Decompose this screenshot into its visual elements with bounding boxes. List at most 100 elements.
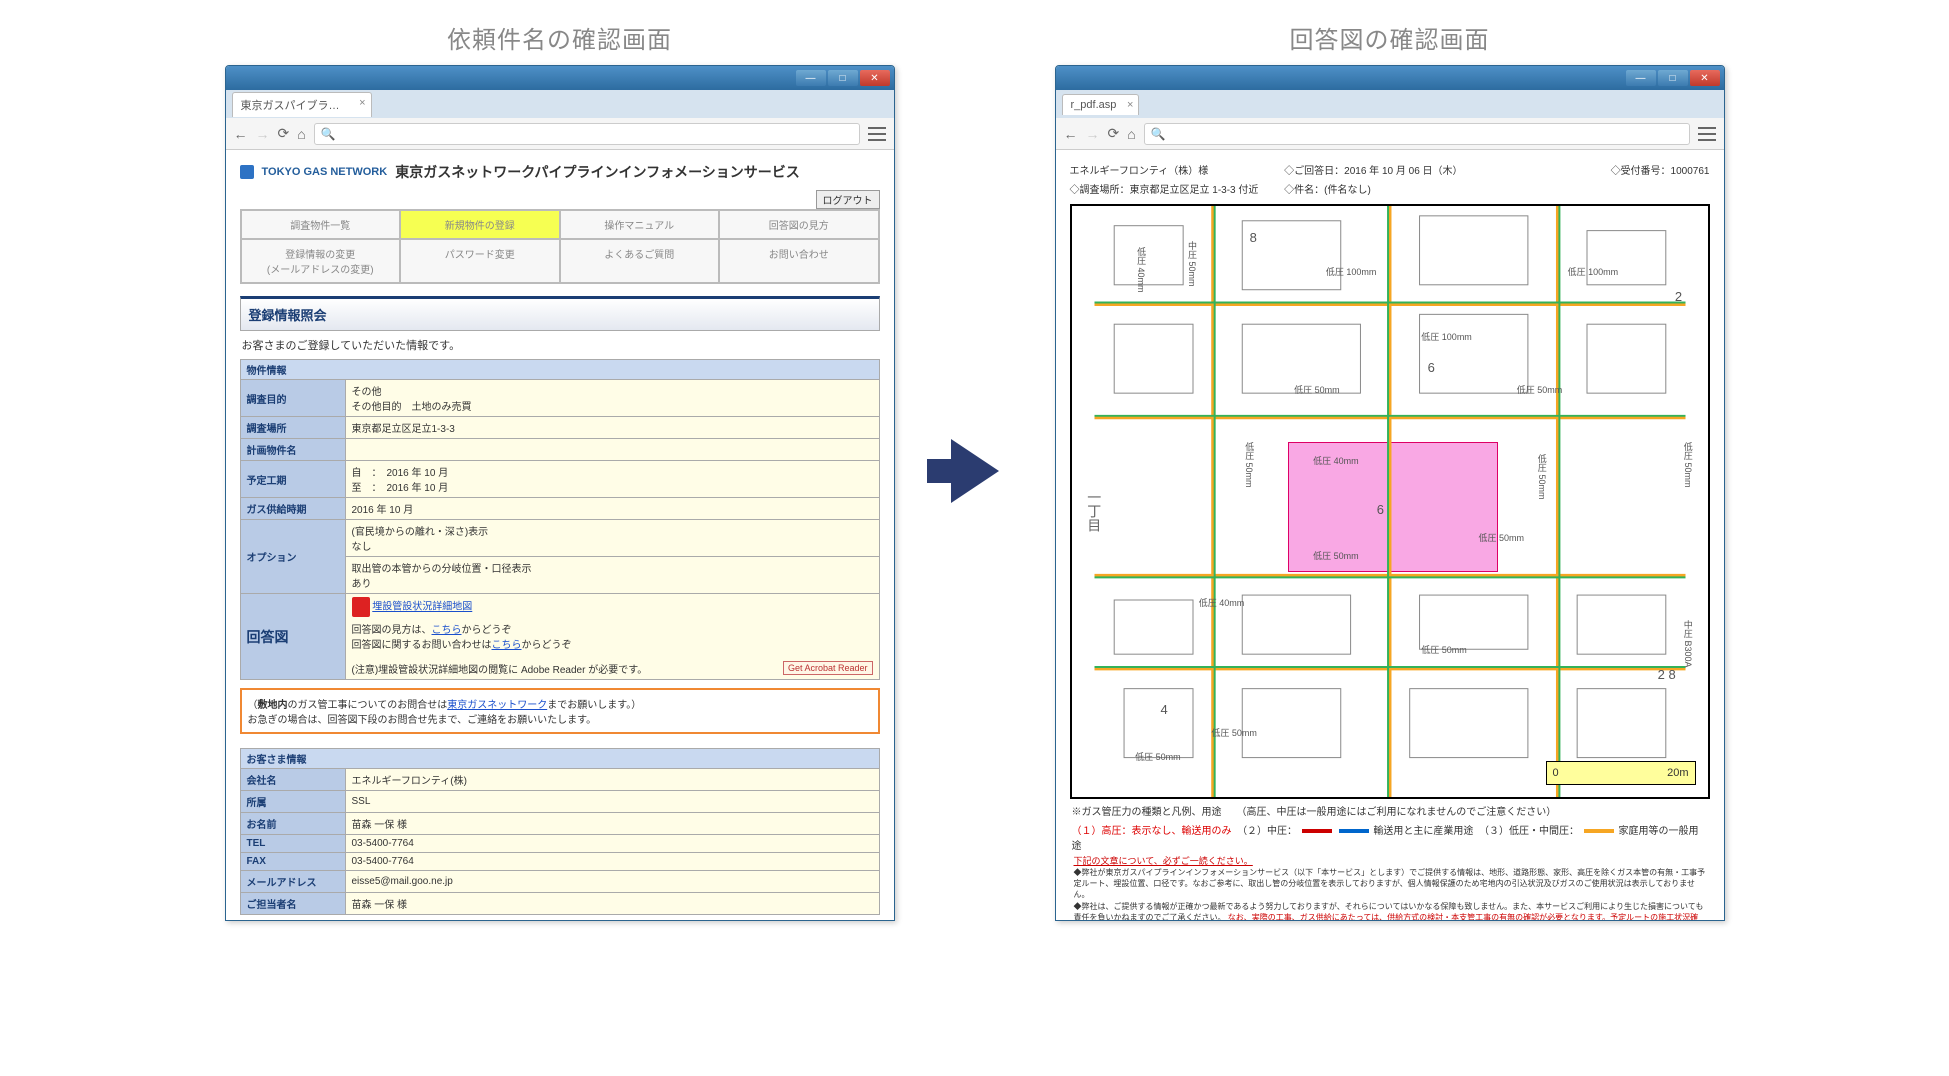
legend-mid-pressure: （２）中圧： — [1237, 826, 1297, 837]
back-icon[interactable]: ← — [1064, 126, 1078, 142]
block-number: 2 — [1675, 289, 1682, 304]
pipe-label: 低圧 100mm — [1568, 265, 1619, 278]
block-number: 4 — [1161, 702, 1168, 717]
minimize-button[interactable]: — — [1626, 70, 1656, 86]
pipe-label: 低圧 50mm — [1536, 454, 1549, 500]
disclaimer-1: ◆弊社が東京ガスパイプラインインフォメーションサービス（以下「本サービス」としま… — [1062, 867, 1718, 901]
row-value: 03-5400-7764 — [345, 853, 879, 871]
close-icon[interactable]: × — [359, 97, 365, 109]
scale-bar: 0 20m — [1546, 761, 1696, 785]
row-value: 苗森 一保 様 — [345, 813, 879, 835]
pipe-label: 低圧 50mm — [1294, 383, 1340, 396]
nav-contact[interactable]: お問い合わせ — [719, 239, 879, 283]
browser-tab[interactable]: r_pdf.asp × — [1062, 94, 1140, 115]
nav-change-password[interactable]: パスワード変更 — [400, 239, 560, 283]
property-table: 調査目的 その他 その他目的 土地のみ売買 調査場所 東京都足立区足立1-3-3… — [240, 379, 880, 680]
row-value: エネルギーフロンティ(株) — [345, 769, 879, 791]
home-icon[interactable]: ⌂ — [297, 126, 305, 142]
row-label: 計画物件名 — [240, 439, 345, 461]
close-icon[interactable]: × — [1127, 99, 1133, 111]
pipe-label: 低圧 50mm — [1517, 383, 1563, 396]
block-number: 6 — [1377, 502, 1384, 517]
close-button[interactable]: ✕ — [1690, 70, 1720, 86]
chome-label: 一丁目 — [1084, 490, 1104, 532]
map-frame: 低圧 100mm 低圧 100mm 低圧 100mm 低圧 50mm 低圧 50… — [1070, 204, 1710, 799]
guide-link-1[interactable]: こちら — [432, 625, 462, 636]
nav-change-registration[interactable]: 登録情報の変更 (メールアドレスの変更) — [241, 239, 401, 283]
close-button[interactable]: ✕ — [860, 70, 890, 86]
row-label: ご担当者名 — [240, 893, 345, 915]
row-value: 東京都足立区足立1-3-3 — [345, 417, 879, 439]
guide-link-2[interactable]: こちら — [492, 640, 522, 651]
row-value: 取出管の本管からの分岐位置・口径表示 あり — [345, 557, 879, 594]
forward-icon: → — [1086, 126, 1100, 142]
tab-label: 東京ガスパイブライン… — [241, 100, 362, 112]
row-label: TEL — [240, 835, 345, 853]
property-header: 物件情報 — [240, 359, 880, 379]
block-number: 6 — [1428, 360, 1435, 375]
maximize-button[interactable]: □ — [828, 70, 858, 86]
maximize-button[interactable]: □ — [1658, 70, 1688, 86]
nav-view-answer[interactable]: 回答図の見方 — [719, 210, 879, 239]
pdf-map-link[interactable]: 埋設管設状況詳細地図 — [372, 602, 472, 613]
swatch-blue — [1339, 829, 1369, 833]
row-label: 調査目的 — [240, 380, 345, 417]
back-icon[interactable]: ← — [234, 126, 248, 142]
main-nav: 調査物件一覧 新規物件の登録 操作マニュアル 回答図の見方 登録情報の変更 (メ… — [240, 209, 880, 284]
menu-icon[interactable] — [868, 127, 886, 141]
home-icon[interactable]: ⌂ — [1127, 126, 1135, 142]
pdf-subject: ◇件名：(件名なし) — [1284, 181, 1495, 196]
row-label: お名前 — [240, 813, 345, 835]
row-value: (官民境からの離れ・深さ)表示 なし — [345, 520, 879, 557]
pipe-label: 中圧 B300A — [1682, 620, 1695, 668]
pipe-label: 低圧 40mm — [1199, 596, 1245, 609]
row-label: 会社名 — [240, 769, 345, 791]
notice-box: （敷地内のガス管工事についてのお問合せは東京ガスネットワークまでお願いします。）… — [240, 688, 880, 734]
nav-faq[interactable]: よくあるご質問 — [560, 239, 720, 283]
answer-cell: 埋設管設状況詳細地図 回答図の見方は、こちらからどうぞ 回答図に関するお問い合わ… — [345, 594, 879, 680]
row-value: 2016 年 10 月 — [345, 498, 879, 520]
arrow-icon — [951, 439, 999, 503]
left-browser: — □ ✕ 東京ガスパイブライン… × ← → ⟳ ⌂ 🔍 — [225, 65, 895, 921]
pipe-label: 低圧 50mm — [1243, 442, 1256, 488]
nav-new-registration[interactable]: 新規物件の登録 — [400, 210, 560, 239]
address-bar[interactable]: 🔍 — [1144, 123, 1690, 145]
address-bar[interactable]: 🔍 — [314, 123, 860, 145]
window-titlebar: — □ ✕ — [226, 66, 894, 90]
reload-icon[interactable]: ⟳ — [1108, 125, 1120, 142]
scale-value: 20m — [1667, 767, 1688, 779]
acrobat-badge[interactable]: Get Acrobat Reader — [783, 661, 873, 675]
browser-toolbar: ← → ⟳ ⌂ 🔍 — [226, 118, 894, 150]
minimize-button[interactable]: — — [796, 70, 826, 86]
reload-icon[interactable]: ⟳ — [278, 125, 290, 142]
legend-low-pressure: （３）低圧・中間圧： — [1479, 826, 1579, 837]
tab-label: r_pdf.asp — [1071, 99, 1117, 111]
menu-icon[interactable] — [1698, 127, 1716, 141]
row-value — [345, 439, 879, 461]
row-label-answer: 回答図 — [240, 594, 345, 680]
row-value: 苗森 一保 様 — [345, 893, 879, 915]
pipe-label: 低圧 50mm — [1479, 531, 1525, 544]
pipe-label: 低圧 40mm — [1135, 247, 1148, 293]
pipe-label: 中圧 50mm — [1186, 241, 1199, 287]
row-value: SSL — [345, 791, 879, 813]
pipe-label: 低圧 50mm — [1682, 442, 1695, 488]
pdf-icon — [352, 597, 370, 617]
logout-button[interactable]: ログアウト — [816, 190, 880, 209]
customer-header: お客さま情報 — [240, 748, 880, 768]
browser-tab[interactable]: 東京ガスパイブライン… × — [232, 92, 372, 117]
row-value: その他 その他目的 土地のみ売買 — [345, 380, 879, 417]
logo-icon — [240, 165, 254, 179]
scale-zero: 0 — [1553, 767, 1559, 779]
row-value: eisse5@mail.goo.ne.jp — [345, 871, 879, 893]
nav-inquiry-list[interactable]: 調査物件一覧 — [241, 210, 401, 239]
pdf-receipt-no: ◇受付番号：1000761 — [1499, 162, 1710, 177]
search-icon: 🔍 — [1151, 127, 1166, 141]
nav-manual[interactable]: 操作マニュアル — [560, 210, 720, 239]
row-label: FAX — [240, 853, 345, 871]
pdf-answer-date: ◇ご回答日：2016 年 10 月 06 日（木） — [1284, 162, 1495, 177]
tgn-link[interactable]: 東京ガスネットワーク — [447, 700, 547, 711]
legend-high-pressure: （１）高圧：表示なし、輸送用のみ — [1072, 826, 1232, 837]
pdf-company: エネルギーフロンティ（株）様 — [1070, 162, 1281, 177]
pipe-label: 低圧 100mm — [1421, 330, 1472, 343]
